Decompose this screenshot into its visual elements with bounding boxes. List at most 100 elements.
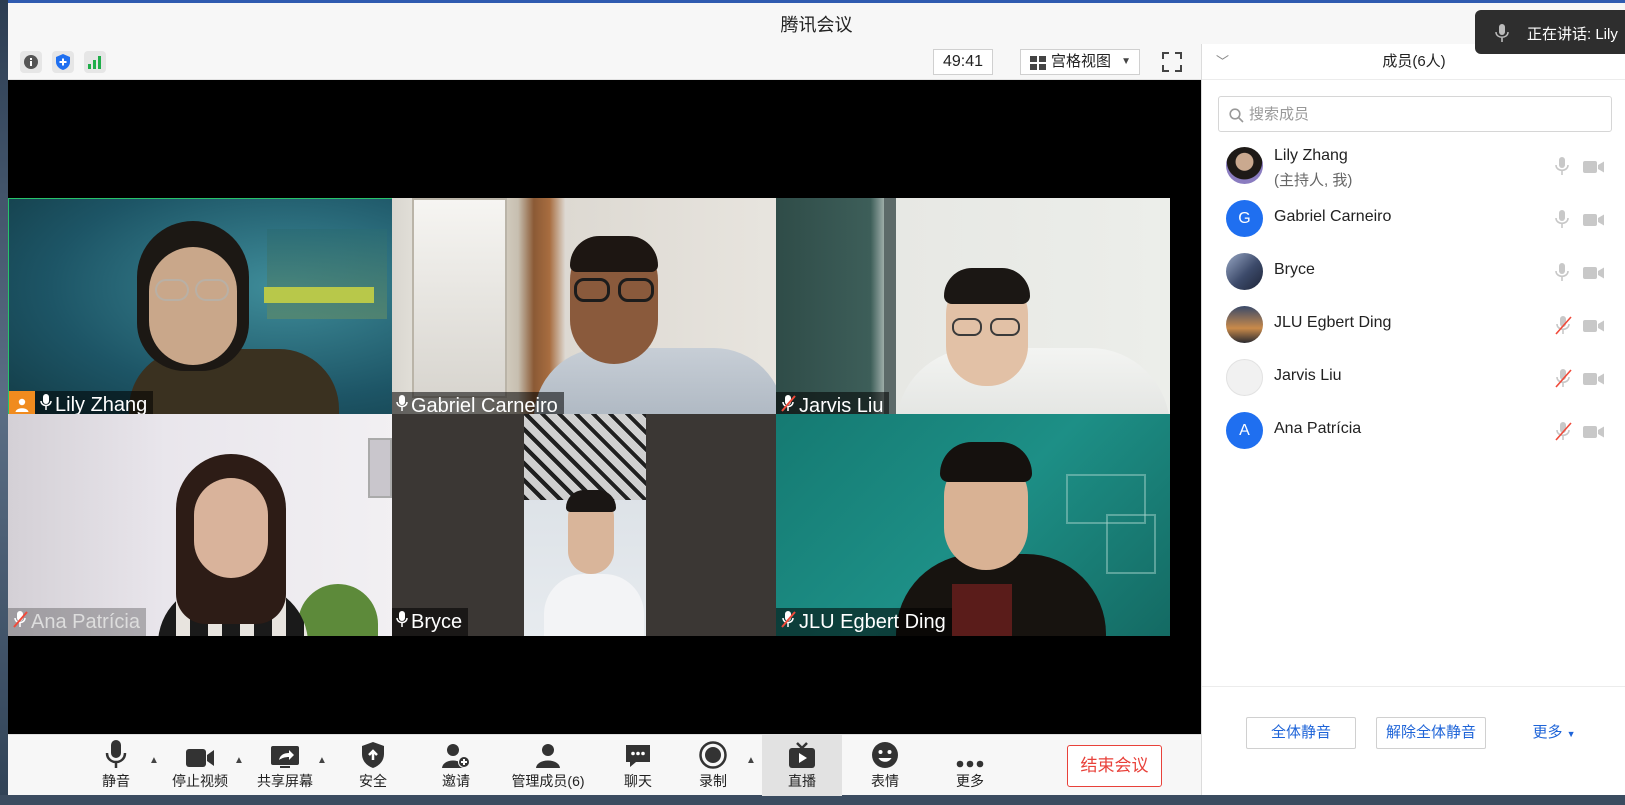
microphone-icon[interactable] <box>1554 262 1570 287</box>
member-role: (主持人, 我) <box>1274 172 1353 189</box>
view-mode-dropdown[interactable]: 宫格视图 ▼ <box>1020 49 1140 75</box>
member-row[interactable]: Jarvis Liu <box>1202 351 1625 404</box>
manage-members-button[interactable]: 管理成员(6) <box>498 735 598 796</box>
chevron-down-icon: ▼ <box>1121 56 1131 67</box>
unmute-all-button[interactable]: 解除全体静音 <box>1376 717 1486 749</box>
avatar <box>1226 306 1263 343</box>
info-icon[interactable] <box>20 51 42 73</box>
avatar <box>1226 147 1263 184</box>
microphone-icon[interactable] <box>1554 209 1570 234</box>
member-name: JLU Egbert Ding <box>1274 314 1392 331</box>
member-row[interactable]: A Ana Patrícia <box>1202 404 1625 457</box>
microphone-muted-icon <box>12 608 28 636</box>
video-camera-icon <box>160 735 240 769</box>
member-search-input[interactable] <box>1249 103 1589 125</box>
video-tile[interactable]: Ana Patrícia <box>8 414 402 636</box>
mute-button[interactable]: 静音 <box>76 735 156 796</box>
microphone-icon[interactable] <box>1554 156 1570 181</box>
record-button[interactable]: 录制 <box>673 735 753 796</box>
participant-name-label: Bryce <box>392 608 469 636</box>
avatar <box>1226 359 1263 396</box>
member-row[interactable]: G Gabriel Carneiro <box>1202 192 1625 245</box>
chat-button[interactable]: 聊天 <box>598 735 678 796</box>
microphone-icon <box>76 735 156 769</box>
chat-icon <box>598 735 678 769</box>
member-name: Bryce <box>1274 261 1315 278</box>
camera-feed <box>776 414 1170 636</box>
window-title: 腾讯会议 <box>780 15 853 35</box>
chevron-down-icon: ▼ <box>1566 729 1576 739</box>
top-toolbar: 49:41 宫格视图 ▼ <box>8 44 1201 80</box>
member-name: Lily Zhang <box>1274 147 1348 164</box>
video-camera-icon[interactable] <box>1583 372 1605 391</box>
camera-feed <box>8 414 402 636</box>
members-panel: ﹀ 成员(6人) Lily Zhang (主持人, 我) G Gabriel C… <box>1201 44 1625 795</box>
camera-feed <box>9 199 401 419</box>
microphone-muted-icon[interactable] <box>1554 368 1572 393</box>
microphone-muted-icon <box>780 608 796 636</box>
video-options-caret[interactable]: ▲ <box>234 755 244 766</box>
video-tile[interactable]: JLU Egbert Ding <box>776 414 1170 636</box>
view-mode-label: 宫格视图 <box>1051 53 1112 70</box>
camera-feed <box>392 198 786 420</box>
meeting-timer: 49:41 <box>933 49 993 75</box>
members-panel-footer: 全体静音 解除全体静音 更多 ▼ <box>1202 686 1625 795</box>
more-dots-icon <box>930 735 1010 769</box>
video-camera-icon[interactable] <box>1583 160 1605 179</box>
security-button[interactable]: 安全 <box>333 735 413 796</box>
avatar <box>1226 253 1263 290</box>
video-tile[interactable]: Lily Zhang <box>8 198 402 420</box>
participant-name: Bryce <box>411 611 463 633</box>
video-tile[interactable]: Jarvis Liu <box>776 198 1170 420</box>
avatar: G <box>1226 200 1263 237</box>
mute-options-caret[interactable]: ▲ <box>149 755 159 766</box>
avatar: A <box>1226 412 1263 449</box>
participant-name: JLU Egbert Ding <box>799 611 946 633</box>
title-bar: 腾讯会议 <box>8 0 1625 44</box>
record-options-caret[interactable]: ▲ <box>746 755 756 766</box>
meeting-window: 腾讯会议 49:41 宫格视图 ▼ Lily Zhang Gabriel Car… <box>8 0 1625 796</box>
member-row[interactable]: Lily Zhang (主持人, 我) <box>1202 139 1625 192</box>
mute-all-button[interactable]: 全体静音 <box>1246 717 1356 749</box>
fullscreen-icon[interactable] <box>1161 51 1183 73</box>
smiley-icon <box>845 735 925 769</box>
participant-name-label: Ana Patrícia <box>8 608 146 636</box>
speaking-indicator: 正在讲话: Lily <box>1475 10 1625 54</box>
video-camera-icon[interactable] <box>1583 213 1605 232</box>
network-signal-icon[interactable] <box>84 51 106 73</box>
more-options-button[interactable]: 更多 ▼ <box>1506 717 1602 749</box>
participant-name-label: JLU Egbert Ding <box>776 608 952 636</box>
more-button[interactable]: 更多 <box>930 735 1010 796</box>
invite-button[interactable]: 邀请 <box>416 735 496 796</box>
video-tile[interactable]: Gabriel Carneiro <box>392 198 786 420</box>
collapse-chevron-icon[interactable]: ﹀ <box>1216 44 1229 80</box>
video-camera-icon[interactable] <box>1583 266 1605 285</box>
share-options-caret[interactable]: ▲ <box>317 755 327 766</box>
member-name: Ana Patrícia <box>1274 420 1362 437</box>
microphone-icon <box>396 608 408 636</box>
desktop-background <box>0 0 8 805</box>
add-user-icon <box>416 735 496 769</box>
member-search-box[interactable] <box>1218 96 1612 132</box>
live-stream-button[interactable]: 直播 <box>762 735 842 796</box>
member-row[interactable]: Bryce <box>1202 245 1625 298</box>
video-tile[interactable]: Bryce <box>392 414 786 636</box>
member-name: Gabriel Carneiro <box>1274 208 1392 225</box>
grid-view-icon <box>1030 56 1046 70</box>
end-meeting-button[interactable]: 结束会议 <box>1067 745 1162 787</box>
member-name: Jarvis Liu <box>1274 367 1342 384</box>
share-screen-button[interactable]: 共享屏幕 <box>245 735 325 796</box>
security-shield-icon[interactable] <box>52 51 74 73</box>
microphone-icon <box>1495 24 1509 42</box>
shield-icon <box>333 735 413 769</box>
stop-video-button[interactable]: 停止视频 <box>160 735 240 796</box>
video-camera-icon[interactable] <box>1583 425 1605 444</box>
microphone-muted-icon[interactable] <box>1554 421 1572 446</box>
live-broadcast-icon <box>762 735 842 769</box>
member-row[interactable]: JLU Egbert Ding <box>1202 298 1625 351</box>
microphone-muted-icon[interactable] <box>1554 315 1572 340</box>
members-panel-title: 成员(6人) <box>1382 53 1446 70</box>
bottom-control-bar: 静音 ▲ 停止视频 ▲ 共享屏幕 ▲ 安全 邀请 管理成员(6) 聊天 录制 ▲… <box>8 734 1201 796</box>
video-camera-icon[interactable] <box>1583 319 1605 338</box>
reactions-button[interactable]: 表情 <box>845 735 925 796</box>
